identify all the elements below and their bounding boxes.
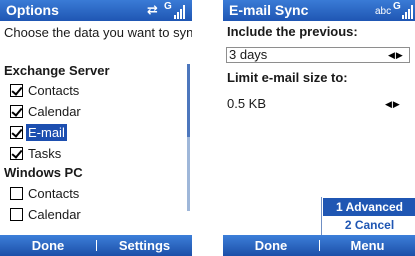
settings-softkey[interactable]: Settings (97, 235, 192, 256)
item-label: Tasks (28, 146, 62, 161)
checkbox-exchange-calendar[interactable] (10, 105, 23, 118)
sync-connection-icon: ⇄ (147, 2, 158, 17)
status-icons: ⇄ G (147, 1, 189, 20)
checkbox-exchange-tasks[interactable] (10, 147, 23, 160)
network-g-icon: G (164, 1, 172, 12)
left-right-arrows-icon: ◀▶ (385, 99, 401, 109)
scrollbar-thumb[interactable] (187, 64, 190, 137)
item-label: Calendar (28, 207, 81, 222)
checkbox-pc-contacts[interactable] (10, 187, 23, 200)
email-sync-screen: E-mail Sync abc G Include the previous: … (223, 0, 415, 256)
input-mode-indicator: abc (375, 6, 392, 17)
softkey-bar: Done Menu (223, 235, 415, 256)
left-right-arrows-icon: ◀▶ (388, 50, 404, 60)
checkbox-exchange-email[interactable] (10, 126, 23, 139)
title-bar: E-mail Sync abc G (223, 0, 415, 21)
signal-strength-icon (174, 4, 186, 19)
include-period-value: 3 days (229, 47, 268, 62)
item-label: Contacts (28, 83, 80, 98)
include-label: Include the previous: (227, 24, 358, 39)
menu-item-cancel[interactable]: 2 Cancel (323, 216, 415, 234)
options-screen: Options ⇄ G Choose the data you want to … (0, 0, 192, 256)
group-heading-windows-pc: Windows PC (4, 165, 83, 180)
done-softkey[interactable]: Done (0, 235, 96, 256)
sync-prompt: Choose the data you want to sync: (4, 25, 192, 40)
done-softkey[interactable]: Done (223, 235, 319, 256)
menu-softkey[interactable]: Menu (320, 235, 415, 256)
screen-title: E-mail Sync (229, 2, 309, 18)
softkey-menu-popup: 1 Advanced 2 Cancel (321, 197, 415, 235)
item-label-selected: E-mail (26, 124, 67, 141)
title-bar: Options ⇄ G (0, 0, 192, 21)
screen-title: Options (6, 2, 59, 18)
checkbox-pc-calendar[interactable] (10, 208, 23, 221)
softkey-bar: Done Settings (0, 235, 192, 256)
group-heading-exchange: Exchange Server (4, 63, 110, 78)
limit-label: Limit e-mail size to: (227, 70, 348, 85)
item-label: Contacts (28, 186, 80, 201)
network-g-icon: G (393, 1, 401, 12)
size-limit-value: 0.5 KB (227, 96, 267, 111)
signal-strength-icon (402, 4, 413, 19)
checkbox-exchange-contacts[interactable] (10, 84, 23, 97)
status-icons: abc G (375, 1, 413, 20)
menu-item-advanced[interactable]: 1 Advanced (323, 198, 415, 216)
include-period-spinner[interactable]: 3 days ◀▶ (226, 47, 410, 63)
item-label: Calendar (28, 104, 81, 119)
